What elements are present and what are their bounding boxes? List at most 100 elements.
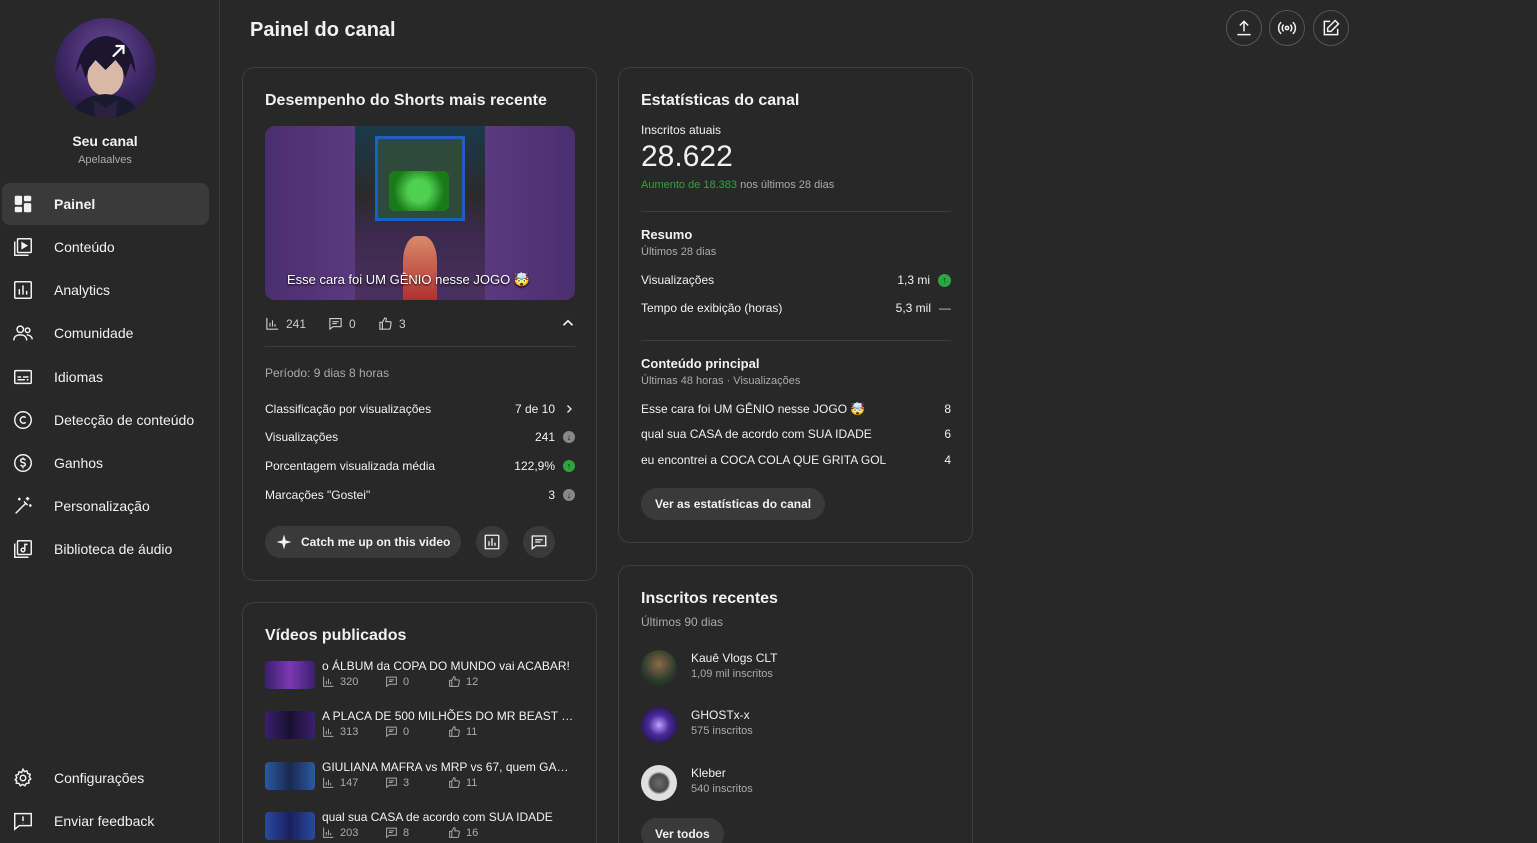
likes-row: Marcações "Gostei" 3 ↓ [265, 486, 575, 504]
views-stat: 241 [265, 316, 306, 331]
subscriber-item[interactable]: Kleber 540 inscritos [641, 763, 951, 803]
sidebar-item-conteudo[interactable]: Conteúdo [2, 226, 209, 268]
thumbnail-graphic [403, 236, 437, 300]
increase-value: Aumento de 18.383 [641, 179, 738, 191]
sidebar-item-configuracoes[interactable]: Configurações [2, 757, 209, 799]
comment-icon [386, 777, 397, 789]
likes-count: 12 [466, 675, 479, 688]
subscriber-name: GHOSTx-x [691, 708, 750, 722]
comment-icon [386, 676, 397, 688]
channel-name: Seu canal [72, 133, 138, 149]
sidebar-item-label: Painel [54, 196, 96, 212]
edit-icon [1323, 19, 1340, 36]
top-content-row[interactable]: qual sua CASA de acordo com SUA IDADE 6 [641, 425, 951, 443]
comment-icon [531, 535, 547, 551]
views-count: 320 [340, 675, 359, 688]
view-all-button[interactable]: Ver todos [641, 818, 724, 843]
sidebar-item-comunidade[interactable]: Comunidade [2, 312, 209, 354]
video-thumbnail [265, 711, 315, 739]
row-label: Visualizações [641, 273, 715, 287]
sidebar-item-label: Personalização [54, 498, 150, 514]
comments-stat: 0 [328, 316, 356, 331]
sidebar-item-painel[interactable]: Painel [2, 183, 209, 225]
views-stat: 320 [322, 675, 358, 688]
channel-stats-card: Estatísticas do canal Inscritos atuais 2… [618, 67, 973, 543]
likes-count: 16 [466, 826, 479, 839]
arrow-up-icon: ↑ [563, 460, 575, 472]
gear-icon [12, 767, 34, 789]
create-post-button[interactable] [1313, 10, 1349, 46]
sidebar-item-idiomas[interactable]: Idiomas [2, 356, 209, 398]
thumbs-up-icon [379, 317, 392, 330]
comments-count: 8 [403, 826, 410, 839]
row-label: qual sua CASA de acordo com SUA IDADE [641, 427, 872, 441]
views-count: 313 [340, 725, 359, 738]
bar-chart-icon [323, 676, 334, 687]
video-item[interactable]: A PLACA DE 500 MILHÕES DO MR BEAST ESTÁ.… [265, 709, 575, 741]
subscriber-count: 1,09 mil inscritos [691, 668, 773, 680]
row-value: 8 [944, 402, 951, 416]
video-item[interactable]: o ÁLBUM da COPA DO MUNDO vai ACABAR! 320… [265, 659, 575, 691]
bar-chart-icon [323, 777, 334, 788]
top-content-row[interactable]: eu encontrei a COCA COLA QUE GRITA GOL 4 [641, 451, 951, 469]
sidebar-item-feedback[interactable]: Enviar feedback [2, 800, 209, 842]
ranking-row[interactable]: Classificação por visualizações 7 de 10 [265, 400, 575, 418]
channel-avatar[interactable] [55, 18, 156, 118]
analytics-button[interactable] [476, 526, 508, 558]
card-title: Inscritos recentes [641, 590, 778, 607]
arrow-up-icon: ↑ [938, 273, 951, 287]
sidebar-item-personalizacao[interactable]: Personalização [2, 485, 209, 527]
views-stat: 147 [322, 776, 358, 789]
top-content-row[interactable]: Esse cara foi UM GÊNIO nesse JOGO 🤯 8 [641, 400, 951, 418]
comments-button[interactable] [523, 526, 555, 558]
video-title: o ÁLBUM da COPA DO MUNDO vai ACABAR! [322, 659, 570, 673]
sidebar-item-biblioteca[interactable]: Biblioteca de áudio [2, 528, 209, 570]
summary-views-row: Visualizações 1,3 mi ↑ [641, 271, 951, 289]
video-title: A PLACA DE 500 MILHÕES DO MR BEAST ESTÁ.… [322, 709, 575, 723]
subscriber-item[interactable]: Kauê Vlogs CLT 1,09 mil inscritos [641, 648, 951, 688]
video-title: GIULIANA MAFRA vs MRP vs 67, quem GANHA [322, 760, 575, 774]
catch-me-up-button[interactable]: Catch me up on this video [265, 526, 461, 558]
divider [641, 211, 951, 212]
row-label: Porcentagem visualizada média [265, 459, 436, 473]
video-item[interactable]: qual sua CASA de acordo com SUA IDADE 20… [265, 810, 575, 842]
shorts-thumbnail[interactable]: Esse cara foi UM GÊNIO nesse JOGO 🤯 [265, 126, 575, 300]
comment-icon [386, 827, 397, 839]
video-item[interactable]: GIULIANA MAFRA vs MRP vs 67, quem GANHA … [265, 760, 575, 792]
card-title: Vídeos publicados [265, 627, 407, 644]
sidebar-item-label: Analytics [54, 282, 111, 298]
row-value: 1,3 mi [897, 273, 930, 287]
sidebar-item-label: Ganhos [54, 455, 104, 471]
card-subtitle: Últimos 90 dias [641, 615, 724, 629]
catch-me-up-label: Catch me up on this video [301, 535, 451, 549]
sidebar-item-analytics[interactable]: Analytics [2, 269, 209, 311]
comments-count: 0 [403, 725, 410, 738]
upload-button[interactable] [1226, 10, 1262, 46]
bar-chart-icon [323, 827, 334, 838]
sidebar-item-deteccao[interactable]: Detecção de conteúdo [2, 399, 209, 441]
subscriber-name: Kauê Vlogs CLT [691, 651, 778, 665]
live-icon [1277, 21, 1297, 35]
views-stat: 203 [322, 826, 358, 839]
audio-library-icon [12, 538, 34, 560]
row-label: Marcações "Gostei" [265, 488, 371, 502]
go-live-button[interactable] [1269, 10, 1305, 46]
video-thumbnail [265, 661, 315, 689]
collapse-button[interactable] [559, 314, 577, 332]
avatar [641, 650, 677, 686]
thumbs-up-icon [449, 676, 460, 687]
divider [641, 340, 951, 341]
button-label: Ver todos [655, 827, 710, 841]
row-label: Classificação por visualizações [265, 402, 432, 416]
card-title: Estatísticas do canal [641, 92, 800, 109]
sidebar-item-ganhos[interactable]: Ganhos [2, 442, 209, 484]
sidebar-item-label: Detecção de conteúdo [54, 412, 195, 428]
subscribers-increase: Aumento de 18.383 nos últimos 28 dias [641, 179, 834, 191]
view-channel-stats-button[interactable]: Ver as estatísticas do canal [641, 488, 826, 520]
likes-count: 11 [466, 776, 478, 789]
subscriber-item[interactable]: GHOSTx-x 575 inscritos [641, 705, 951, 745]
shorts-performance-card: Desempenho do Shorts mais recente Esse c… [242, 67, 597, 581]
subtitles-icon [12, 366, 34, 388]
summary-subtitle: Últimos 28 dias [641, 246, 717, 258]
shorts-title: Esse cara foi UM GÊNIO nesse JOGO 🤯 [287, 272, 531, 287]
